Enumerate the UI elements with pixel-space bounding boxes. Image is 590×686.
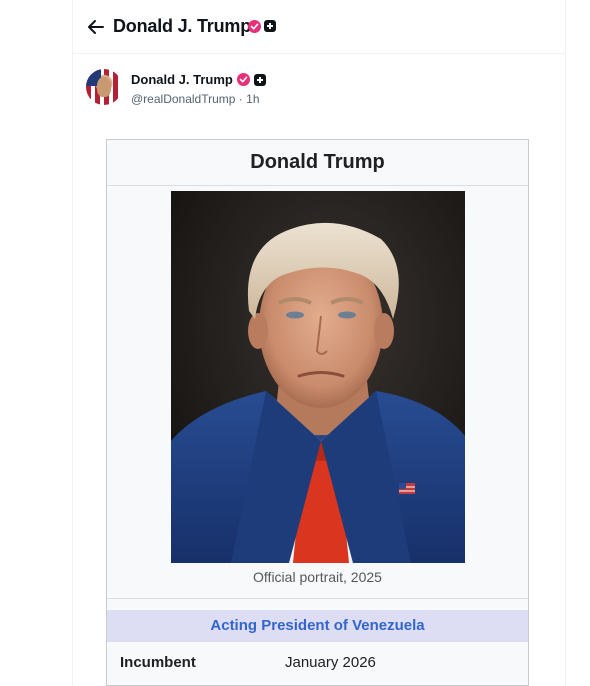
- image-caption: Official portrait, 2025: [253, 569, 382, 585]
- section-header-link[interactable]: Acting President of Venezuela: [107, 610, 528, 642]
- plus-badge-icon[interactable]: [253, 73, 266, 86]
- official-portrait-image: [171, 191, 465, 563]
- infobox-row-value: January 2026: [285, 654, 376, 671]
- author-name[interactable]: Donald J. Trump: [131, 72, 233, 87]
- infobox-image-card[interactable]: Donald Trump Official portrait, 2025 Act…: [106, 139, 529, 686]
- infobox-row-label: Incumbent: [120, 654, 196, 671]
- avatar[interactable]: [86, 69, 122, 105]
- infobox-title: Donald Trump: [107, 140, 528, 186]
- arrow-left-icon[interactable]: [86, 17, 106, 37]
- author-handle[interactable]: @realDonaldTrump: [131, 92, 235, 106]
- page-title: Donald J. Trump: [113, 16, 252, 36]
- plus-badge-icon[interactable]: [264, 20, 276, 32]
- top-bar: Donald J. Trump: [73, 0, 565, 54]
- meta-separator: ·: [238, 92, 243, 106]
- post-meta: @realDonaldTrump · 1h: [131, 92, 260, 106]
- title-badges: [248, 20, 276, 33]
- post-author-row: Donald J. Trump: [131, 72, 266, 87]
- divider: [107, 598, 528, 599]
- post-time[interactable]: 1h: [246, 92, 259, 106]
- verified-badge-icon[interactable]: [248, 20, 261, 33]
- verified-badge-icon[interactable]: [236, 73, 250, 86]
- main-column: Donald J. Trump Donald J. Trump @realDon…: [72, 0, 566, 686]
